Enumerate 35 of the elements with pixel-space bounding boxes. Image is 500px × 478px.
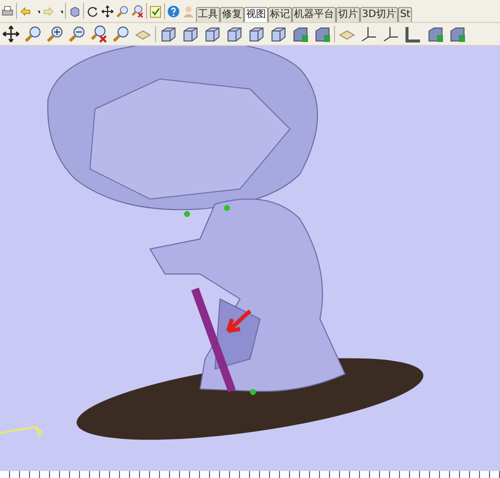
cube-icon[interactable]: [313, 25, 331, 43]
tab[interactable]: 机器平台: [292, 7, 336, 22]
cube-icon[interactable]: [448, 25, 466, 43]
tab[interactable]: 工具: [196, 7, 220, 22]
zoom-in-icon[interactable]: [46, 25, 64, 43]
axis-arrow-icon: [0, 426, 43, 438]
axes-icon[interactable]: [360, 25, 378, 43]
clipboard-check-icon[interactable]: [149, 4, 162, 18]
zoom-reset-icon[interactable]: [90, 25, 108, 43]
cube-view-icon[interactable]: [181, 25, 199, 43]
move-icon[interactable]: [101, 4, 114, 18]
cube-view-icon[interactable]: [225, 25, 243, 43]
zoom-out-icon[interactable]: [68, 25, 86, 43]
tab[interactable]: 3D切片: [360, 7, 398, 22]
cube-icon[interactable]: [426, 25, 444, 43]
tab[interactable]: 切片: [336, 7, 360, 22]
cube-view-icon[interactable]: [247, 25, 265, 43]
cube-view-icon[interactable]: [203, 25, 221, 43]
ruler-icon[interactable]: [404, 25, 422, 43]
zoom-icon[interactable]: [116, 4, 129, 18]
tab[interactable]: 修复: [220, 7, 244, 22]
zoom-icon[interactable]: [24, 25, 42, 43]
zoom-reset-icon[interactable]: [131, 4, 144, 18]
zoom-icon[interactable]: [112, 25, 130, 43]
cube-view-icon[interactable]: [159, 25, 177, 43]
cube-icon[interactable]: [291, 25, 309, 43]
tab[interactable]: 标记: [268, 7, 292, 22]
move-icon[interactable]: [2, 25, 20, 43]
tab[interactable]: St: [398, 7, 412, 22]
cube-view-icon[interactable]: [269, 25, 287, 43]
tab[interactable]: 视图: [244, 7, 268, 22]
axes-icon[interactable]: [382, 25, 400, 43]
printer-icon[interactable]: [1, 4, 14, 18]
help-icon[interactable]: [167, 4, 180, 18]
rotate-icon[interactable]: [86, 4, 99, 18]
